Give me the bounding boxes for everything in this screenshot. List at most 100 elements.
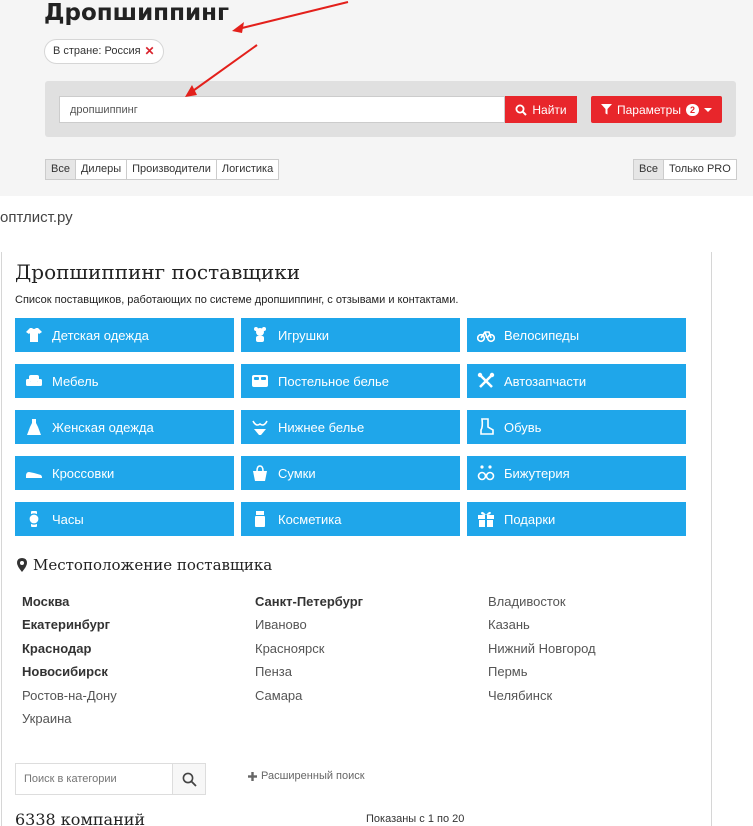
- category-watches[interactable]: Часы: [15, 502, 234, 536]
- category-search-button[interactable]: [172, 764, 205, 794]
- category-label: Автозапчасти: [504, 373, 587, 389]
- toy-icon: [251, 326, 269, 344]
- category-label: Косметика: [278, 511, 342, 527]
- category-label: Велосипеды: [504, 327, 580, 343]
- suppliers-card: Дропшиппинг поставщики Список поставщико…: [1, 252, 712, 826]
- country-filter-chip[interactable]: В стране: Россия ✕: [44, 39, 164, 64]
- pro-filter-only-pro[interactable]: Только PRO: [664, 160, 736, 179]
- category-label: Игрушки: [278, 327, 330, 343]
- bicycle-icon: [477, 326, 495, 344]
- lingerie-icon: [251, 418, 269, 436]
- city-link[interactable]: Новосибирск: [22, 660, 255, 683]
- cosmetics-icon: [251, 510, 269, 528]
- pro-filter: Все Только PRO: [633, 159, 737, 180]
- category-cosmetics[interactable]: Косметика: [241, 502, 460, 536]
- find-button-label: Найти: [532, 102, 567, 117]
- category-womens-clothing[interactable]: Женская одежда: [15, 410, 234, 444]
- bed-icon: [251, 372, 269, 390]
- city-link[interactable]: Челябинск: [488, 684, 721, 707]
- boot-icon: [477, 418, 495, 436]
- armchair-icon: [25, 372, 43, 390]
- section-title: Дропшиппинг поставщики: [15, 260, 301, 284]
- category-baby-clothes[interactable]: Детская одежда: [15, 318, 234, 352]
- search-icon: [515, 104, 528, 116]
- city-link[interactable]: Самара: [255, 684, 488, 707]
- search-icon: [182, 772, 197, 787]
- city-link[interactable]: Екатеринбург: [22, 613, 255, 636]
- city-list: Москва Санкт-Петербург Владивосток Екате…: [22, 590, 721, 730]
- category-lingerie[interactable]: Нижнее белье: [241, 410, 460, 444]
- filter-manufacturers[interactable]: Производители: [127, 160, 217, 179]
- country-filter-label: В стране: Россия: [53, 45, 141, 57]
- filter-icon: [601, 104, 612, 115]
- category-bicycles[interactable]: Велосипеды: [467, 318, 686, 352]
- filter-dealers[interactable]: Дилеры: [76, 160, 128, 179]
- city-link[interactable]: Красноярск: [255, 637, 488, 660]
- category-gifts[interactable]: Подарки: [467, 502, 686, 536]
- category-label: Обувь: [504, 419, 542, 435]
- search-header: Дропшиппинг В стране: Россия ✕ Найти Пар…: [0, 0, 753, 196]
- location-title: Местоположение поставщика: [33, 556, 273, 574]
- plus-icon: [248, 771, 257, 781]
- section-subtitle: Список поставщиков, работающих по систем…: [15, 294, 459, 306]
- city-link[interactable]: Пенза: [255, 660, 488, 683]
- company-count: 6338 компаний: [15, 810, 146, 826]
- advanced-search-label: Расширенный поиск: [261, 770, 365, 782]
- parameters-button[interactable]: Параметры 2: [591, 96, 722, 123]
- category-label: Бижутерия: [504, 465, 570, 481]
- location-heading: Местоположение поставщика: [17, 556, 272, 574]
- city-link[interactable]: Краснодар: [22, 637, 255, 660]
- category-label: Женская одежда: [52, 419, 154, 435]
- category-label: Детская одежда: [52, 327, 149, 343]
- dress-icon: [25, 418, 43, 436]
- baby-clothes-icon: [25, 326, 43, 344]
- gift-icon: [477, 510, 495, 528]
- company-type-filter: Все Дилеры Производители Логистика: [45, 159, 280, 180]
- category-jewelry[interactable]: Бижутерия: [467, 456, 686, 490]
- category-label: Часы: [52, 511, 84, 527]
- filter-logistics[interactable]: Логистика: [217, 160, 278, 179]
- city-link[interactable]: Пермь: [488, 660, 721, 683]
- earrings-icon: [477, 464, 495, 482]
- page-title: Дропшиппинг: [44, 0, 229, 26]
- parameters-label: Параметры: [617, 102, 681, 117]
- caret-down-icon: [703, 107, 712, 112]
- map-marker-icon: [17, 558, 27, 572]
- category-grid: Детская одежда Игрушки Велосипеды Мебель…: [15, 318, 686, 536]
- results-range: Показаны с 1 по 20: [366, 813, 465, 825]
- category-label: Кроссовки: [52, 465, 115, 481]
- category-toys[interactable]: Игрушки: [241, 318, 460, 352]
- category-bedding[interactable]: Постельное белье: [241, 364, 460, 398]
- pro-filter-all[interactable]: Все: [634, 160, 664, 179]
- city-link[interactable]: Москва: [22, 590, 255, 613]
- category-furniture[interactable]: Мебель: [15, 364, 234, 398]
- watch-icon: [25, 510, 43, 528]
- sneaker-icon: [25, 464, 43, 482]
- category-search-input[interactable]: [16, 764, 172, 794]
- category-label: Сумки: [278, 465, 316, 481]
- category-sneakers[interactable]: Кроссовки: [15, 456, 234, 490]
- category-label: Мебель: [52, 373, 99, 389]
- category-label: Подарки: [504, 511, 556, 527]
- category-label: Нижнее белье: [278, 419, 365, 435]
- city-link[interactable]: Ростов-на-Дону: [22, 684, 255, 707]
- city-link[interactable]: Нижний Новгород: [488, 637, 721, 660]
- filter-all[interactable]: Все: [46, 160, 76, 179]
- city-link[interactable]: Иваново: [255, 613, 488, 636]
- city-link[interactable]: Санкт-Петербург: [255, 590, 488, 613]
- parameters-count-badge: 2: [685, 103, 699, 116]
- category-search: [15, 763, 206, 795]
- city-link[interactable]: Украина: [22, 707, 255, 730]
- bag-icon: [251, 464, 269, 482]
- category-bags[interactable]: Сумки: [241, 456, 460, 490]
- category-shoes[interactable]: Обувь: [467, 410, 686, 444]
- remove-filter-icon[interactable]: ✕: [145, 40, 155, 63]
- category-auto-parts[interactable]: Автозапчасти: [467, 364, 686, 398]
- wrench-icon: [477, 372, 495, 390]
- find-button[interactable]: Найти: [505, 96, 577, 123]
- search-input[interactable]: [59, 96, 505, 123]
- city-link[interactable]: Казань: [488, 613, 721, 636]
- city-link[interactable]: Владивосток: [488, 590, 721, 613]
- category-label: Постельное белье: [278, 373, 389, 389]
- advanced-search-link[interactable]: Расширенный поиск: [248, 770, 365, 782]
